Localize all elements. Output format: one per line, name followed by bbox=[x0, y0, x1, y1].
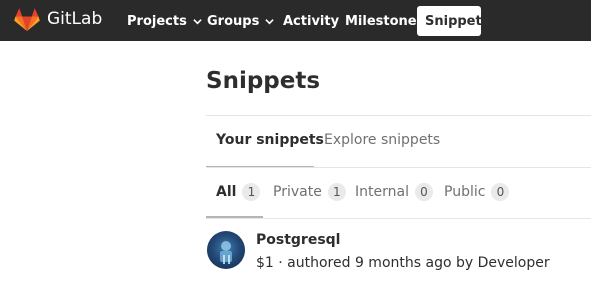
filter-public[interactable]: Public 0 bbox=[444, 183, 510, 201]
snippet-meta: $1 · authored 9 months ago by Developer bbox=[256, 255, 550, 271]
page-title: Snippets bbox=[206, 68, 321, 94]
chevron-down-icon bbox=[265, 18, 274, 24]
snippet-title-link[interactable]: Postgresql bbox=[256, 232, 340, 248]
nav-groups-label: Groups bbox=[207, 13, 260, 29]
filter-all-count-badge: 1 bbox=[242, 183, 261, 201]
filter-public-label: Public bbox=[444, 184, 486, 200]
filter-all-label: All bbox=[216, 184, 237, 200]
nav-snippets-label: Snippets bbox=[425, 13, 490, 29]
nav-projects-label: Projects bbox=[127, 13, 187, 29]
filter-public-count-badge: 0 bbox=[491, 183, 510, 201]
filter-private-count-badge: 1 bbox=[327, 183, 346, 201]
avatar-image-icon bbox=[220, 241, 232, 264]
filter-private[interactable]: Private 1 bbox=[273, 183, 346, 201]
nav-activity-label: Activity bbox=[283, 13, 340, 29]
tab-explore-snippets[interactable]: Explore snippets bbox=[324, 132, 440, 148]
filter-internal-label: Internal bbox=[355, 184, 409, 200]
nav-milestones-label: Milestones bbox=[345, 13, 425, 29]
filter-internal[interactable]: Internal 0 bbox=[355, 183, 433, 201]
nav-groups[interactable]: Groups bbox=[199, 7, 282, 35]
filter-internal-count-badge: 0 bbox=[414, 183, 433, 201]
top-navbar: GitLab Projects Groups Activity Mileston… bbox=[0, 0, 591, 41]
gitlab-logo-icon[interactable] bbox=[14, 8, 40, 32]
divider bbox=[206, 167, 591, 168]
filter-private-label: Private bbox=[273, 184, 322, 200]
tab-your-snippets[interactable]: Your snippets bbox=[216, 132, 324, 148]
brand-name[interactable]: GitLab bbox=[47, 9, 102, 29]
divider bbox=[206, 218, 591, 219]
filter-all[interactable]: All 1 bbox=[216, 183, 261, 201]
avatar[interactable] bbox=[207, 231, 245, 269]
nav-projects[interactable]: Projects bbox=[119, 7, 210, 35]
divider bbox=[206, 115, 591, 116]
nav-snippets[interactable]: Snippets bbox=[417, 6, 489, 36]
